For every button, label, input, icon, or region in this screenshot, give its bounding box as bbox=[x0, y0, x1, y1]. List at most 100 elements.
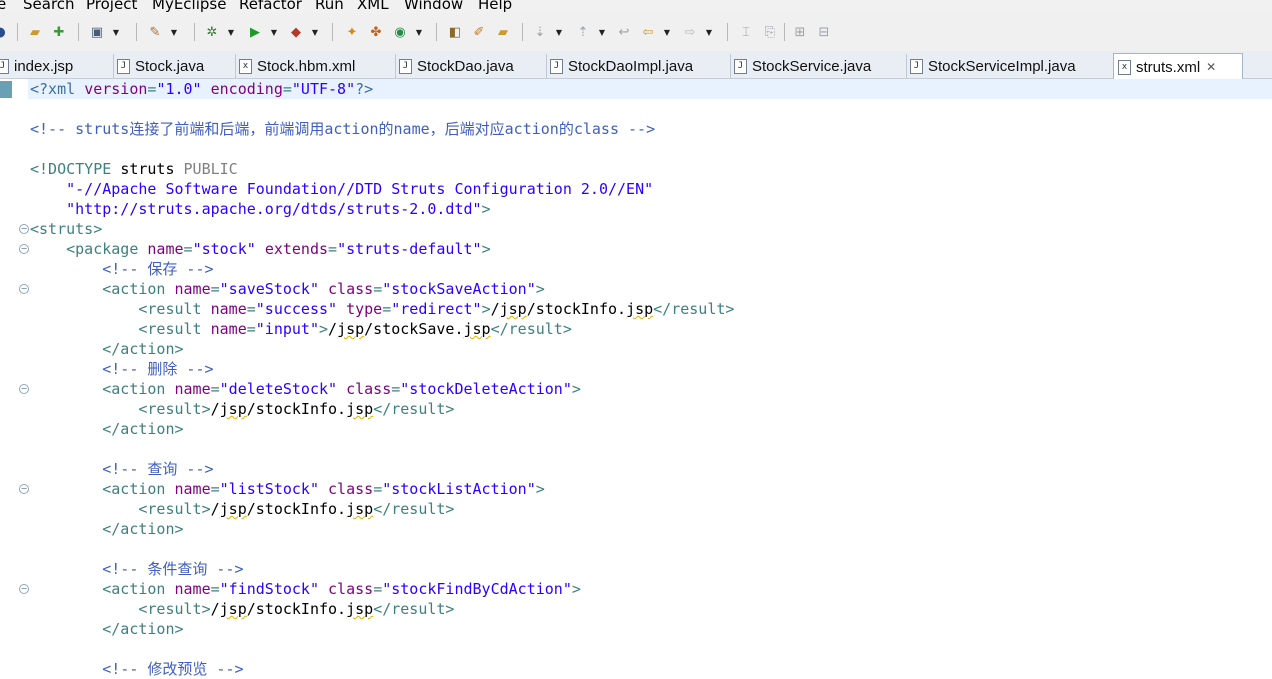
new-class-icon[interactable]: ◉ bbox=[391, 23, 409, 41]
code-line[interactable]: <result>/jsp/stockInfo.jsp</result> bbox=[30, 599, 734, 619]
code-line[interactable] bbox=[30, 539, 734, 559]
code-line[interactable] bbox=[30, 99, 734, 119]
code-line[interactable]: <!-- 保存 --> bbox=[30, 259, 734, 279]
chevron-down-icon[interactable]: ▼ bbox=[415, 23, 423, 41]
menu-item-xml[interactable]: XML bbox=[357, 0, 389, 13]
fold-toggle-icon[interactable]: − bbox=[19, 384, 29, 394]
code-line[interactable]: "http://struts.apache.org/dtds/struts-2.… bbox=[30, 199, 734, 219]
chevron-down-icon[interactable]: ▼ bbox=[227, 23, 235, 41]
previous-annotation-icon[interactable]: ⇡ bbox=[574, 23, 592, 41]
code-line[interactable]: </action> bbox=[30, 619, 734, 639]
code-token: version bbox=[84, 80, 148, 98]
menu-item-window[interactable]: Window bbox=[404, 0, 463, 13]
open-type-icon[interactable]: ◧ bbox=[446, 23, 464, 41]
tab-stock-hbm-xml[interactable]: x Stock.hbm.xml bbox=[235, 54, 396, 78]
code-line[interactable]: <!-- 修改预览 --> bbox=[30, 659, 734, 679]
menu-item-run[interactable]: Run bbox=[315, 0, 344, 13]
chevron-down-icon[interactable]: ▼ bbox=[705, 23, 713, 41]
tab-struts-xml[interactable]: x struts.xml ✕ bbox=[1113, 53, 1243, 80]
forward-arrow-icon[interactable]: ⇨ bbox=[681, 23, 699, 41]
console-icon[interactable]: ▣ bbox=[88, 23, 106, 41]
new-wizard-icon[interactable]: ✎ bbox=[146, 23, 164, 41]
maximize-icon[interactable]: ⊞ bbox=[791, 23, 809, 41]
code-line[interactable]: <result name="success" type="redirect">/… bbox=[30, 299, 734, 319]
code-line[interactable]: <!-- 条件查询 --> bbox=[30, 559, 734, 579]
search-torch-icon[interactable]: ✐ bbox=[470, 23, 488, 41]
editor-tab-bar: Jindex.jsp J Stock.java x Stock.hbm.xml J Stoc… bbox=[0, 51, 1272, 80]
fold-toggle-icon[interactable]: − bbox=[19, 284, 29, 294]
code-area[interactable]: <?xml version="1.0" encoding="UTF-8"?> <… bbox=[30, 79, 734, 679]
menu-item-search[interactable]: Search bbox=[23, 0, 75, 13]
code-line[interactable]: <action name="findStock" class="stockFin… bbox=[30, 579, 734, 599]
code-token: <!-- 保存 --> bbox=[102, 260, 214, 278]
code-line[interactable]: <?xml version="1.0" encoding="UTF-8"?> bbox=[30, 79, 734, 99]
fold-toggle-icon[interactable]: − bbox=[19, 244, 29, 254]
open-folder-icon[interactable]: ▰ bbox=[26, 23, 44, 41]
minimize-icon[interactable]: ⊟ bbox=[815, 23, 833, 41]
tab-stockdao-java[interactable]: J StockDao.java bbox=[395, 54, 547, 78]
tab-index-jsp[interactable]: Jindex.jsp bbox=[0, 54, 114, 78]
code-token: <action bbox=[102, 480, 175, 498]
fold-toggle-icon[interactable]: − bbox=[19, 584, 29, 594]
menu-item-e[interactable]: e bbox=[0, 0, 6, 13]
tab-stockdaoimpl-java[interactable]: J StockDaoImpl.java bbox=[546, 54, 731, 78]
code-line[interactable]: </action> bbox=[30, 339, 734, 359]
code-token: "-//Apache Software Foundation//DTD Stru… bbox=[66, 180, 654, 198]
code-line[interactable]: <action name="deleteStock" class="stockD… bbox=[30, 379, 734, 399]
last-edit-location-icon[interactable]: ↩ bbox=[615, 23, 633, 41]
xml-editor[interactable]: − − − − − − <?xml version="1.0" encoding="UTF… bbox=[0, 79, 1272, 678]
code-line[interactable]: "-//Apache Software Foundation//DTD Stru… bbox=[30, 179, 734, 199]
tab-stockservice-java[interactable]: J StockService.java bbox=[730, 54, 907, 78]
code-line[interactable] bbox=[30, 639, 734, 659]
code-line[interactable]: <result>/jsp/stockInfo.jsp</result> bbox=[30, 499, 734, 519]
code-line[interactable]: <result name="input">/jsp/stockSave.jsp<… bbox=[30, 319, 734, 339]
code-token: /stockInfo. bbox=[526, 300, 627, 318]
code-line[interactable]: <!DOCTYPE struts PUBLIC bbox=[30, 159, 734, 179]
close-tab-icon[interactable]: ✕ bbox=[1206, 60, 1216, 74]
menu-item-project[interactable]: Project bbox=[86, 0, 137, 13]
code-line[interactable]: <struts> bbox=[30, 219, 734, 239]
menu-item-help[interactable]: Help bbox=[478, 0, 512, 13]
code-line[interactable]: <package name="stock" extends="struts-de… bbox=[30, 239, 734, 259]
jsp-file-icon: J bbox=[0, 58, 9, 74]
new-java-project-icon[interactable]: ✦ bbox=[343, 23, 361, 41]
menu-item-refactor[interactable]: Refactor bbox=[239, 0, 302, 13]
toggle-mark-icon[interactable]: ⎘ bbox=[761, 23, 779, 41]
code-line[interactable] bbox=[30, 139, 734, 159]
new-project-icon[interactable]: ✚ bbox=[50, 23, 68, 41]
chevron-down-icon[interactable]: ▼ bbox=[311, 23, 319, 41]
external-tools-icon[interactable]: ◆ bbox=[287, 23, 305, 41]
chevron-down-icon[interactable]: ▼ bbox=[598, 23, 606, 41]
back-arrow-icon[interactable]: ⇦ bbox=[639, 23, 657, 41]
run-play-icon[interactable]: ▶ bbox=[246, 23, 264, 41]
chevron-down-icon[interactable]: ▼ bbox=[663, 23, 671, 41]
code-line[interactable]: <!-- 查询 --> bbox=[30, 459, 734, 479]
open-resource-icon[interactable]: ▰ bbox=[494, 23, 512, 41]
fold-toggle-icon[interactable]: − bbox=[19, 484, 29, 494]
code-token: > bbox=[571, 580, 581, 598]
code-line[interactable]: <action name="saveStock" class="stockSav… bbox=[30, 279, 734, 299]
code-line[interactable] bbox=[30, 439, 734, 459]
code-line[interactable]: <!-- 删除 --> bbox=[30, 359, 734, 379]
code-line[interactable]: <result>/jsp/stockInfo.jsp</result> bbox=[30, 399, 734, 419]
chevron-down-icon[interactable]: ▼ bbox=[555, 23, 563, 41]
tab-label: StockService.java bbox=[752, 57, 872, 75]
code-token: name bbox=[174, 280, 211, 298]
menu-item-myeclipse[interactable]: MyEclipse bbox=[152, 0, 226, 13]
fold-toggle-icon[interactable]: − bbox=[19, 224, 29, 234]
new-package-icon[interactable]: ✤ bbox=[367, 23, 385, 41]
code-line[interactable]: </action> bbox=[30, 419, 734, 439]
code-line[interactable]: <action name="listStock" class="stockLis… bbox=[30, 479, 734, 499]
code-line[interactable]: <!-- struts连接了前端和后端，前端调用action的name，后端对应… bbox=[30, 119, 734, 139]
nav-circle-icon[interactable]: ● bbox=[0, 23, 9, 41]
chevron-down-icon[interactable]: ▼ bbox=[270, 23, 278, 41]
pin-editor-icon[interactable]: ⌶ bbox=[737, 23, 755, 41]
code-token: jsp bbox=[219, 400, 247, 418]
tab-stock-java[interactable]: J Stock.java bbox=[113, 54, 236, 78]
chevron-down-icon[interactable]: ▼ bbox=[170, 23, 178, 41]
chevron-down-icon[interactable]: ▼ bbox=[112, 23, 120, 41]
tab-stockserviceimpl-java[interactable]: J StockServiceImpl.java bbox=[906, 54, 1114, 78]
debug-bug-icon[interactable]: ✲ bbox=[203, 23, 221, 41]
code-line[interactable]: </action> bbox=[30, 519, 734, 539]
next-annotation-icon[interactable]: ⇣ bbox=[531, 23, 549, 41]
